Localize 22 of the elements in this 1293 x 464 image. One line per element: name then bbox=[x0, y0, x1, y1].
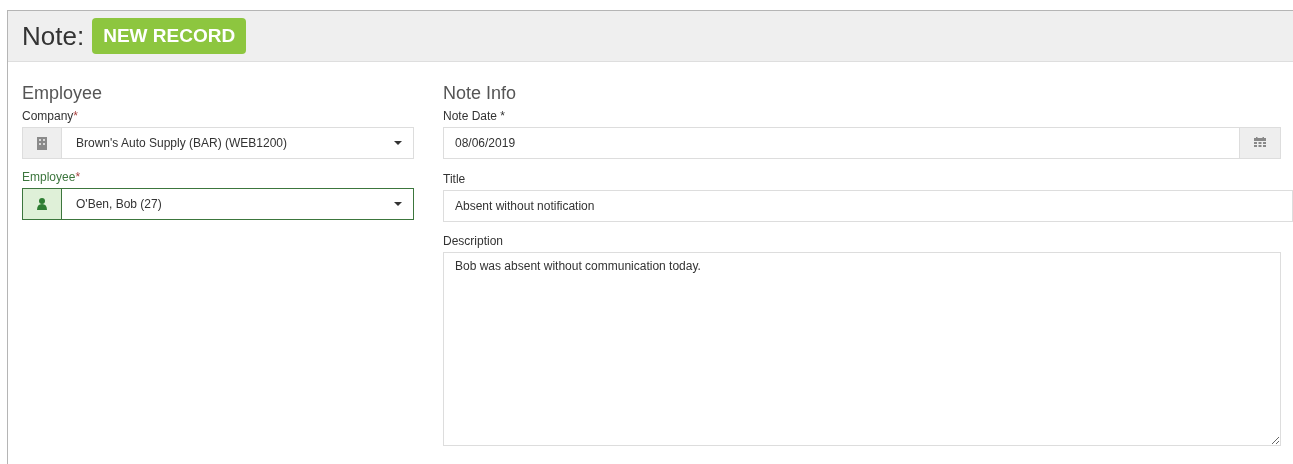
caret-icon bbox=[394, 202, 402, 206]
page-title: Note: bbox=[22, 19, 85, 53]
select-field[interactable]: O'Ben, Bob (27) bbox=[22, 188, 414, 220]
field-label: Note Date * bbox=[443, 108, 506, 124]
calendar-button[interactable] bbox=[1240, 127, 1281, 159]
status-badge: NEW RECORD bbox=[92, 17, 247, 55]
date-field[interactable]: 08/06/2019 bbox=[443, 127, 1240, 159]
field-label: Company* bbox=[22, 108, 79, 124]
calendar-icon bbox=[1254, 137, 1266, 149]
select-value: O'Ben, Bob (27) bbox=[76, 196, 162, 213]
field-label: Title bbox=[443, 171, 466, 187]
select-value: Brown's Auto Supply (BAR) (WEB1200) bbox=[76, 135, 288, 152]
person-icon bbox=[37, 198, 47, 210]
field-label: Employee* bbox=[22, 169, 81, 185]
title-field[interactable]: Absent without notification bbox=[443, 190, 1293, 222]
field-label: Description bbox=[443, 233, 504, 249]
section-heading: Employee bbox=[22, 82, 104, 104]
select-field[interactable]: Brown's Auto Supply (BAR) (WEB1200) bbox=[22, 127, 414, 159]
caret-icon bbox=[394, 141, 402, 145]
description-field[interactable]: Bob was absent without communication today. bbox=[443, 252, 1281, 446]
building-icon bbox=[37, 136, 47, 150]
section-heading: Note Info bbox=[443, 82, 518, 104]
